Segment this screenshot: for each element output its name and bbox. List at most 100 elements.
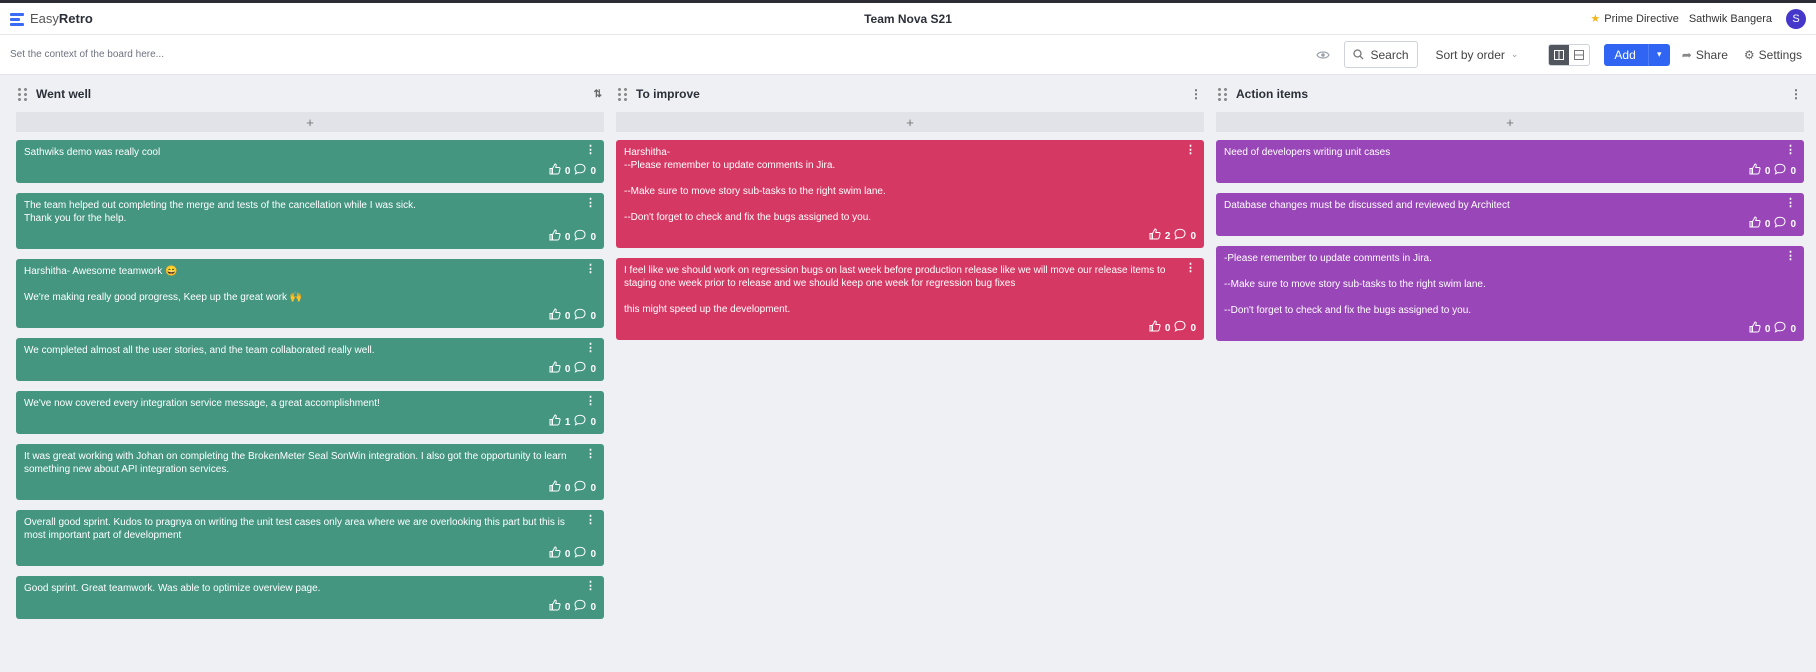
add-card-button[interactable]: +: [1216, 112, 1804, 132]
kebab-menu-icon[interactable]: ⋮: [585, 144, 596, 157]
kebab-menu-icon[interactable]: ⋮: [1785, 197, 1796, 210]
kebab-menu-icon[interactable]: ⋮: [1185, 262, 1196, 275]
column-title[interactable]: Action items: [1236, 87, 1308, 101]
thumbs-up-icon[interactable]: [1149, 228, 1161, 244]
comment-icon[interactable]: [574, 229, 586, 245]
board-context-input[interactable]: [10, 49, 410, 60]
like-count: 0: [1764, 218, 1771, 230]
columns-view-icon[interactable]: [1549, 44, 1570, 65]
retro-card[interactable]: ⋮ -Please remember to update comments in …: [1216, 246, 1804, 341]
drag-handle-icon[interactable]: [18, 88, 28, 101]
comment-icon[interactable]: [574, 308, 586, 324]
comment-icon[interactable]: [574, 163, 586, 179]
retro-card[interactable]: ⋮ Harshitha- --Please remember to update …: [616, 140, 1204, 248]
retro-card[interactable]: ⋮ Good sprint. Great teamwork. Was able t…: [16, 576, 604, 619]
retro-card[interactable]: ⋮ Need of developers writing unit cases 0 0: [1216, 140, 1804, 183]
drag-handle-icon[interactable]: [618, 88, 628, 101]
retro-card[interactable]: ⋮ We completed almost all the user storie…: [16, 338, 604, 381]
card-footer: 00: [1224, 216, 1796, 232]
comment-icon[interactable]: [1774, 216, 1786, 232]
retro-card[interactable]: ⋮ Overall good sprint. Kudos to pragnya o…: [16, 510, 604, 566]
thumbs-up-icon[interactable]: [549, 308, 561, 324]
sort-dropdown[interactable]: Sort by order ⌄: [1426, 48, 1529, 62]
kebab-menu-icon[interactable]: ⋮: [1790, 87, 1802, 101]
comment-count: 0: [590, 310, 596, 322]
search-icon: [1353, 49, 1364, 60]
retro-card[interactable]: ⋮ Database changes must be discussed and …: [1216, 193, 1804, 236]
comment-icon[interactable]: [574, 480, 586, 496]
add-button[interactable]: Add ▾: [1604, 43, 1670, 66]
board-toolbar: Search Sort by order ⌄ Add ▾ ➦ Share ⚙ S…: [1316, 41, 1806, 68]
like-count: 0: [564, 231, 571, 243]
thumbs-up-icon[interactable]: [1749, 321, 1761, 337]
like-count: 1: [564, 416, 571, 428]
thumbs-up-icon[interactable]: [549, 480, 561, 496]
column-title[interactable]: To improve: [636, 87, 700, 101]
column-title[interactable]: Went well: [36, 87, 91, 101]
thumbs-up-icon[interactable]: [1749, 163, 1761, 179]
comment-icon[interactable]: [574, 414, 586, 430]
thumbs-up-icon[interactable]: [549, 599, 561, 615]
comment-icon[interactable]: [1174, 228, 1186, 244]
card-footer: 00: [24, 163, 596, 179]
kebab-menu-icon[interactable]: ⋮: [1190, 87, 1202, 101]
comment-icon[interactable]: [574, 599, 586, 615]
search-button[interactable]: Search: [1344, 41, 1418, 68]
sort-icon[interactable]: ⇅: [594, 89, 602, 100]
kebab-menu-icon[interactable]: ⋮: [585, 448, 596, 461]
kebab-menu-icon[interactable]: ⋮: [585, 395, 596, 408]
kebab-menu-icon[interactable]: ⋮: [585, 514, 596, 527]
settings-button[interactable]: ⚙ Settings: [1740, 48, 1806, 62]
thumbs-up-icon[interactable]: [1149, 320, 1161, 336]
card-text: We completed almost all the user stories…: [24, 345, 375, 356]
comment-icon[interactable]: [1774, 321, 1786, 337]
thumbs-up-icon[interactable]: [549, 414, 561, 430]
board-title[interactable]: Team Nova S21: [864, 12, 952, 26]
retro-card[interactable]: ⋮ It was great working with Johan on comp…: [16, 444, 604, 500]
kebab-menu-icon[interactable]: ⋮: [585, 342, 596, 355]
retro-card[interactable]: ⋮ Sathwiks demo was really cool 0 0: [16, 140, 604, 183]
card-footer: 00: [24, 361, 596, 377]
retro-card[interactable]: ⋮ I feel like we should work on regressio…: [616, 258, 1204, 340]
search-label: Search: [1370, 47, 1409, 62]
thumbs-up-icon[interactable]: [549, 163, 561, 179]
thumbs-up-icon[interactable]: [1749, 216, 1761, 232]
comment-icon[interactable]: [1774, 163, 1786, 179]
kebab-menu-icon[interactable]: ⋮: [1785, 144, 1796, 157]
kebab-menu-icon[interactable]: ⋮: [585, 263, 596, 276]
rows-view-icon[interactable]: [1569, 45, 1589, 65]
kebab-menu-icon[interactable]: ⋮: [585, 580, 596, 593]
card-list: ⋮ Harshitha- --Please remember to update …: [616, 140, 1204, 350]
app-logo[interactable]: Easy Retro: [10, 11, 93, 26]
add-card-button[interactable]: +: [616, 112, 1204, 132]
avatar[interactable]: S: [1786, 8, 1806, 29]
retro-card[interactable]: ⋮ The team helped out completing the merg…: [16, 193, 604, 249]
comment-icon[interactable]: [574, 546, 586, 562]
card-list: ⋮ Sathwiks demo was really cool 0 0 ⋮ The tea…: [16, 140, 604, 629]
comment-count: 0: [1790, 323, 1796, 335]
column-header: To improve ⋮: [616, 76, 1204, 112]
chevron-down-icon[interactable]: ▾: [1647, 43, 1670, 66]
retro-card[interactable]: ⋮ We've now covered every integration ser…: [16, 391, 604, 434]
prime-directive-link[interactable]: ★ Prime Directive: [1590, 12, 1678, 26]
share-button[interactable]: ➦ Share: [1678, 48, 1732, 62]
comment-count: 0: [1790, 165, 1796, 177]
kebab-menu-icon[interactable]: ⋮: [1785, 250, 1796, 263]
retro-card[interactable]: ⋮ Harshitha- Awesome teamwork 😄 We're mak…: [16, 259, 604, 328]
thumbs-up-icon[interactable]: [549, 229, 561, 245]
thumbs-up-icon[interactable]: [549, 546, 561, 562]
kebab-menu-icon[interactable]: ⋮: [585, 197, 596, 210]
add-label: Add: [1614, 47, 1636, 62]
like-count: 0: [1764, 165, 1771, 177]
user-name[interactable]: Sathwik Bangera: [1689, 13, 1772, 25]
kebab-menu-icon[interactable]: ⋮: [1185, 144, 1196, 157]
comment-icon[interactable]: [1174, 320, 1186, 336]
drag-handle-icon[interactable]: [1218, 88, 1228, 101]
like-count: 2: [1164, 230, 1171, 242]
add-card-button[interactable]: +: [16, 112, 604, 132]
comment-icon[interactable]: [574, 361, 586, 377]
logo-text-easy: Easy: [30, 11, 59, 26]
eye-icon[interactable]: [1316, 50, 1331, 60]
thumbs-up-icon[interactable]: [549, 361, 561, 377]
context-bar: Search Sort by order ⌄ Add ▾ ➦ Share ⚙ S…: [0, 35, 1816, 75]
